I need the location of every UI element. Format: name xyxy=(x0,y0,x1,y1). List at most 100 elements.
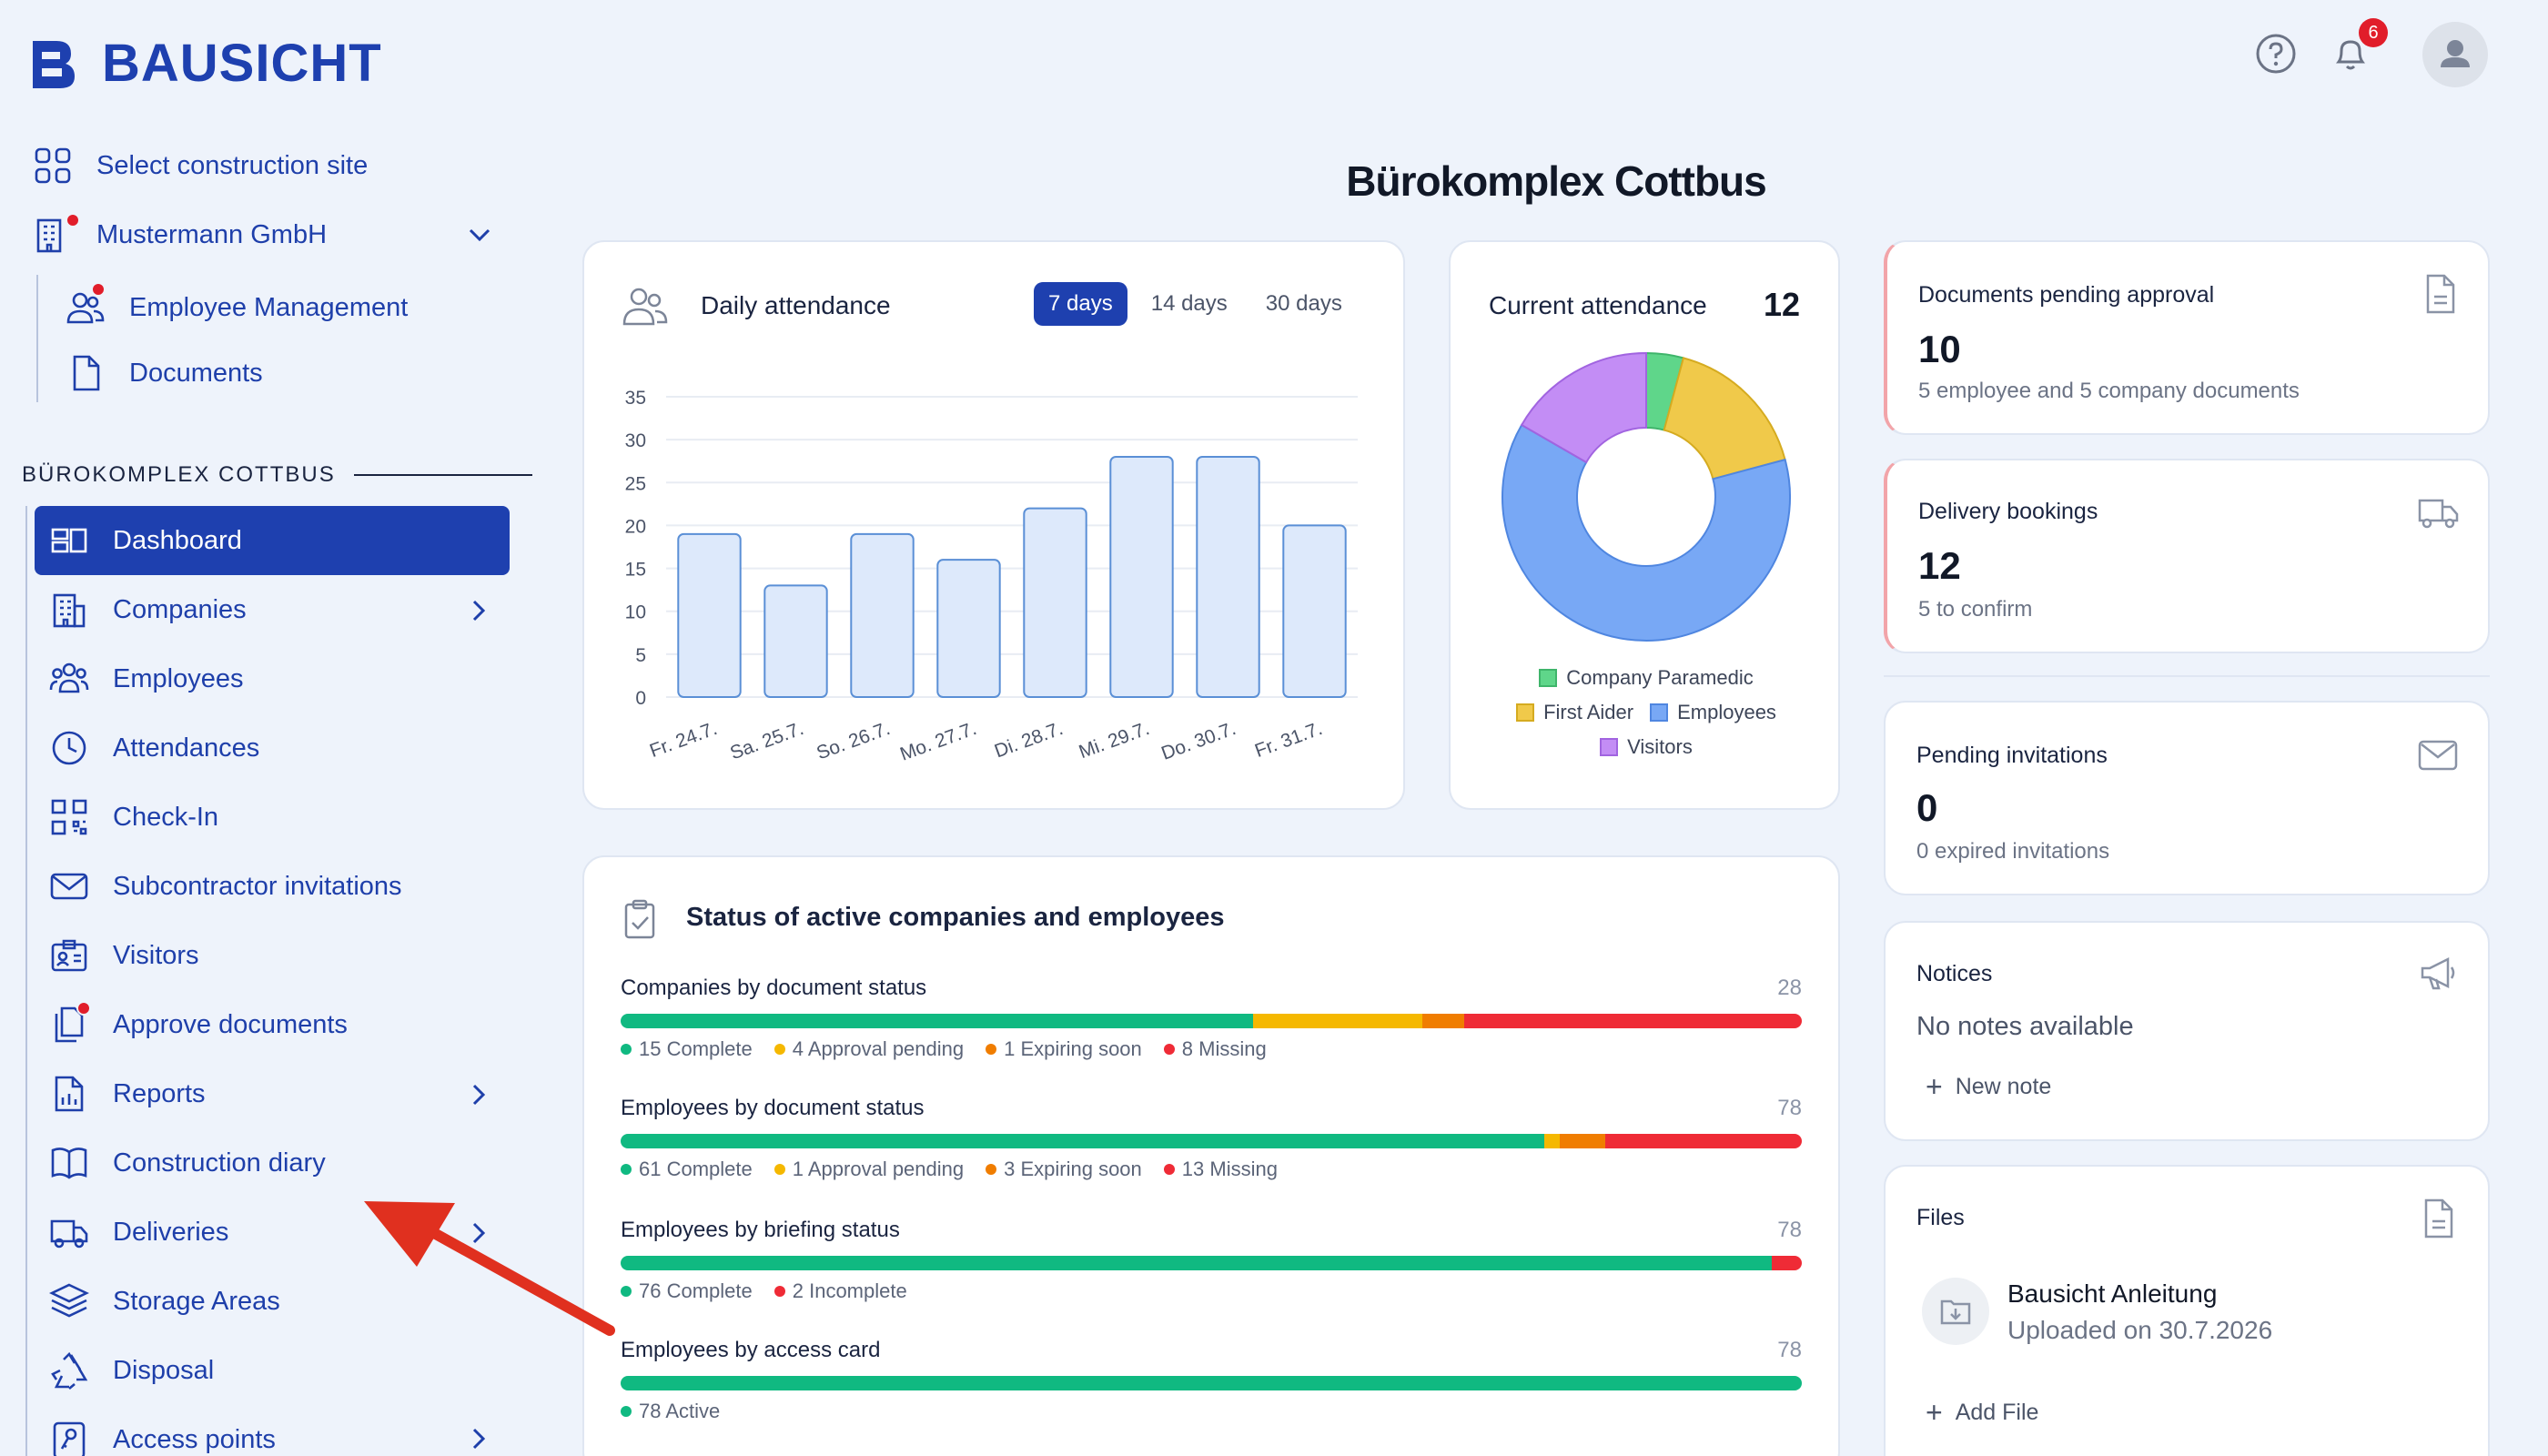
site-section-text: BÜROKOMPLEX COTTBUS xyxy=(22,462,336,487)
pending-invitations-title: Pending invitations xyxy=(1916,743,2108,768)
tab-14-days[interactable]: 14 days xyxy=(1137,282,1242,326)
attendance-bar[interactable] xyxy=(1196,456,1260,698)
legend-item: 4 Approval pending xyxy=(774,1037,964,1061)
alert-dot xyxy=(66,213,80,228)
legend-label: Visitors xyxy=(1627,735,1693,758)
tree-line xyxy=(36,275,38,402)
y-tick-label: 35 xyxy=(625,388,646,409)
users-icon xyxy=(49,659,89,699)
nav-disposal[interactable]: Disposal xyxy=(49,1343,214,1398)
chevron-right-icon[interactable] xyxy=(468,1425,490,1452)
nav-check-in[interactable]: Check-In xyxy=(49,790,218,844)
attendance-bar[interactable] xyxy=(1109,456,1174,698)
attendance-bar[interactable] xyxy=(1282,524,1347,698)
bar-segment xyxy=(1544,1134,1560,1148)
x-tick-label: So. 26.7. xyxy=(814,718,893,763)
pending-invitations-card[interactable]: Pending invitations 0 0 expired invitati… xyxy=(1884,701,2490,895)
nav-subcontractor-invitations[interactable]: Subcontractor invitations xyxy=(49,859,402,914)
legend-text: 1 Expiring soon xyxy=(1004,1037,1142,1060)
current-attendance-chart xyxy=(1502,351,1791,642)
bar-segment xyxy=(621,1134,1545,1148)
nav-deliveries-label: Deliveries xyxy=(113,1217,229,1247)
nav-subcontractor-invitations-label: Subcontractor invitations xyxy=(113,871,402,901)
add-file-button[interactable]: + Add File xyxy=(1926,1398,2038,1427)
status-row-label: Employees by access card xyxy=(621,1338,881,1362)
nav-visitors[interactable]: Visitors xyxy=(49,928,199,983)
status-legend: 61 Complete 1 Approval pending 3 Expiring … xyxy=(621,1158,1802,1181)
nav-attendances[interactable]: Attendances xyxy=(49,721,259,775)
nav-employees[interactable]: Employees xyxy=(49,652,243,706)
new-note-button[interactable]: + New note xyxy=(1926,1072,2051,1101)
status-row-label: Employees by briefing status xyxy=(621,1218,900,1242)
attendance-bar[interactable] xyxy=(1023,507,1087,698)
select-site-link[interactable]: Select construction site xyxy=(33,138,368,193)
status-row-total: 78 xyxy=(1777,1096,1802,1120)
tab-7-days[interactable]: 7 days xyxy=(1034,282,1127,326)
documents-icon xyxy=(49,1001,91,1045)
employee-management-label: Employee Management xyxy=(129,292,409,322)
current-attendance-count: 12 xyxy=(1764,286,1801,323)
status-row-head: Companies by document status 28 xyxy=(621,976,1802,1001)
nav-dashboard-label: Dashboard xyxy=(113,525,242,555)
attendance-bar[interactable] xyxy=(763,584,828,698)
nav-access-points[interactable]: Access points xyxy=(49,1412,276,1456)
daily-attendance-chart: 0 5 10 15 20 25 30 35 Fr. 24.7. Sa. 25.7. So. 26.7… xyxy=(625,388,1358,765)
employee-management-link[interactable]: Employee Management xyxy=(66,280,408,335)
select-site-label: Select construction site xyxy=(96,150,369,180)
pie-slice[interactable] xyxy=(1663,357,1786,480)
file-thumb[interactable] xyxy=(1922,1278,1989,1345)
bar-segment xyxy=(1253,1014,1422,1028)
status-legend: 78 Active xyxy=(621,1400,1802,1423)
status-legend: 76 Complete 2 Incomplete xyxy=(621,1279,1802,1303)
attendance-bar[interactable] xyxy=(677,532,742,698)
documents-pending-card[interactable]: Documents pending approval 10 5 employee… xyxy=(1884,240,2490,435)
y-tick-label: 25 xyxy=(625,473,646,494)
folder-download-icon xyxy=(1940,1299,1971,1325)
avatar[interactable] xyxy=(2422,22,2488,87)
brand-logo[interactable]: BAUSICHT xyxy=(29,33,382,94)
status-row-total: 78 xyxy=(1777,1218,1802,1242)
legend-dot xyxy=(774,1044,785,1055)
help-icon[interactable] xyxy=(2255,33,2297,75)
status-row-label: Companies by document status xyxy=(621,976,927,1000)
nav-construction-diary[interactable]: Construction diary xyxy=(49,1136,326,1190)
nav-deliveries[interactable]: Deliveries xyxy=(49,1205,228,1259)
attendance-bar[interactable] xyxy=(850,532,915,698)
documents-link[interactable]: Documents xyxy=(66,346,263,400)
y-tick-label: 30 xyxy=(625,430,646,451)
delivery-bookings-card[interactable]: Delivery bookings 12 5 to confirm xyxy=(1884,459,2490,653)
daily-attendance-title: Daily attendance xyxy=(701,291,891,319)
legend-swatch xyxy=(1539,669,1558,687)
nav-reports[interactable]: Reports xyxy=(49,1067,206,1121)
legend-item: 13 Missing xyxy=(1163,1158,1278,1181)
company-selector[interactable]: Mustermann GmbH xyxy=(33,207,497,262)
legend-item: 8 Missing xyxy=(1163,1037,1267,1061)
grid-icon xyxy=(33,146,73,186)
annotation-arrow-icon xyxy=(364,1201,615,1336)
nav-employees-label: Employees xyxy=(113,663,244,693)
notices-title: Notices xyxy=(1916,961,1993,986)
x-tick-label: Di. 28.7. xyxy=(992,718,1066,762)
clock-icon xyxy=(49,728,89,768)
tab-30-days[interactable]: 30 days xyxy=(1251,282,1357,326)
nav-approve-documents[interactable]: Approve documents xyxy=(49,997,348,1052)
nav-dashboard[interactable]: Dashboard xyxy=(49,513,242,568)
truck-icon xyxy=(2418,499,2459,529)
bar-segment xyxy=(1559,1134,1605,1148)
bar-segment xyxy=(621,1256,1772,1270)
status-row: Companies by document status 28 15 Comple… xyxy=(621,976,1802,1061)
legend-item: Visitors xyxy=(1451,730,1842,764)
legend-dot xyxy=(621,1044,632,1055)
x-tick-label: Mi. 29.7. xyxy=(1077,718,1153,763)
right-divider xyxy=(1884,675,2490,677)
chevron-right-icon[interactable] xyxy=(468,1081,490,1108)
chevron-down-icon[interactable] xyxy=(466,224,493,246)
documents-pending-count: 10 xyxy=(1918,328,1961,370)
attendance-bar[interactable] xyxy=(936,559,1001,698)
nav-storage-areas[interactable]: Storage Areas xyxy=(49,1274,280,1329)
nav-companies[interactable]: Companies xyxy=(49,582,247,637)
chevron-right-icon[interactable] xyxy=(468,597,490,624)
file-name[interactable]: Bausicht Anleitung xyxy=(2007,1279,2217,1309)
legend-item: 15 Complete xyxy=(621,1037,753,1061)
stacked-bar xyxy=(621,1376,1802,1390)
